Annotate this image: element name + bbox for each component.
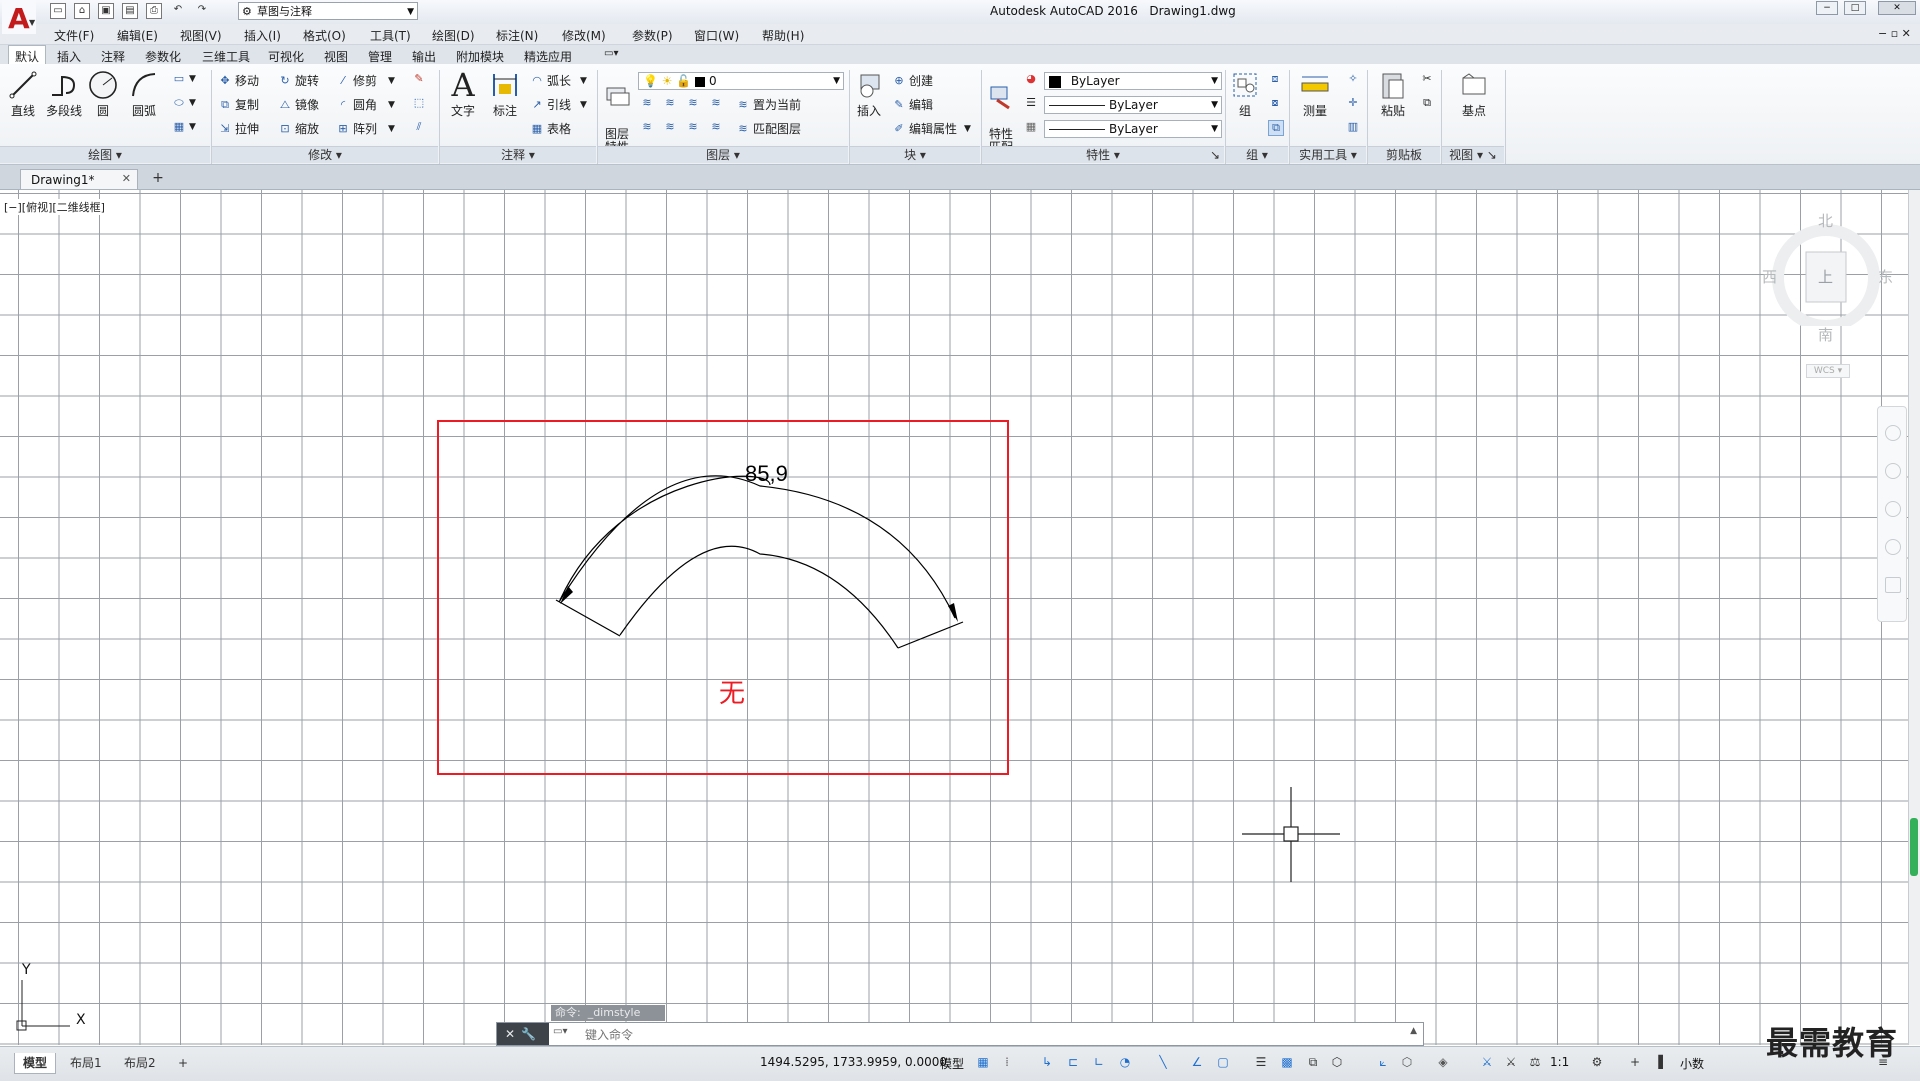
dynamic-ucs-icon[interactable]: ⟀ [1376,1055,1390,1069]
annotation-scale-icon[interactable]: ⚖ [1528,1055,1542,1069]
command-line[interactable]: ✕ 🔧 ▭▾ ▲ [496,1022,1424,1046]
highlight-rectangle [437,420,1009,775]
annotation-visibility-icon[interactable]: ⚔ [1480,1055,1494,1069]
layout-tab-layout2[interactable]: 布局2 [116,1053,164,1073]
annotation-note: 无 [719,679,746,709]
chevron-down-icon: ▼ [29,18,36,27]
lineweight-toggle-icon[interactable]: ☰ [1254,1055,1268,1069]
grid-icon[interactable]: ▦ [976,1055,990,1069]
infer-constraints-icon[interactable]: ↳ [1040,1055,1054,1069]
ucs-x-label: X [76,1012,86,1028]
compass-south[interactable]: 南 [1818,324,1833,345]
snap-icon[interactable]: ⁞ [1000,1055,1014,1069]
showmotion-icon[interactable] [1885,577,1901,593]
compass-east[interactable]: 东 [1878,266,1893,287]
annotation-scale-value[interactable]: 1:1 [1550,1055,1569,1069]
application-menu-button[interactable]: A ▼ [2,0,36,35]
transparency-toggle-icon[interactable]: ▩ [1280,1055,1294,1069]
layout-tab-layout1[interactable]: 布局1 [62,1053,110,1073]
ortho-icon[interactable]: ∟ [1092,1055,1106,1069]
object-snap-icon[interactable]: ▢ [1216,1055,1230,1069]
orbit-icon[interactable] [1885,539,1901,555]
compass-north[interactable]: 北 [1818,210,1833,231]
ucs-icon: Y X [14,962,94,1032]
isodraft-icon[interactable]: ╲ [1156,1055,1170,1069]
cursor-coordinates[interactable]: 1494.5295, 1733.9959, 0.0000 [760,1055,947,1069]
quick-properties-icon[interactable]: ▌ [1656,1055,1670,1069]
auto-scale-icon[interactable]: ⚔ [1504,1055,1518,1069]
chevron-up-icon[interactable]: ▲ [1410,1026,1417,1036]
command-line-controls: ✕ 🔧 [497,1023,549,1045]
viewcube[interactable]: 北 南 东 西 上 [1760,206,1893,344]
layout-tab-model[interactable]: 模型 [14,1053,57,1074]
polar-tracking-icon[interactable]: ◔ [1118,1055,1132,1069]
compass-west[interactable]: 西 [1762,266,1777,287]
add-layout-button[interactable]: + [170,1053,196,1073]
close-icon[interactable]: ✕ [505,1027,515,1041]
autocad-logo-icon: A [8,2,30,35]
command-input[interactable] [583,1024,1387,1046]
annotation-monitor-icon[interactable]: + [1628,1055,1642,1069]
dynamic-input-icon[interactable]: ⊏ [1066,1055,1080,1069]
workspace-switch-icon[interactable]: ⚙ [1590,1055,1604,1069]
crosshair-cursor [1242,787,1340,882]
model-space-button[interactable]: 模型 [940,1055,964,1072]
watermark-text: 最需教育 [1766,1024,1899,1062]
ucs-y-label: Y [22,962,31,978]
wrench-icon[interactable]: 🔧 [521,1027,536,1041]
steering-wheel-icon[interactable] [1885,425,1901,441]
selection-cycling-icon[interactable]: ⧉ [1306,1055,1320,1069]
pan-icon[interactable] [1885,463,1901,479]
command-history: 命令: _dimstyle [551,1005,665,1021]
wcs-label: WCS [1813,366,1835,376]
3d-osnap-icon[interactable]: ⬡ [1330,1055,1344,1069]
command-prompt-icon[interactable]: ▭▾ [553,1026,575,1040]
object-snap-tracking-icon[interactable]: ∠ [1190,1055,1204,1069]
navigation-bar [1877,406,1907,622]
selection-filter-icon[interactable]: ⬡ [1400,1055,1414,1069]
dimension-text: 85,9 [745,461,788,486]
viewcube-top-face[interactable]: 上 [1818,266,1833,287]
units-value[interactable]: 小数 [1680,1055,1704,1072]
ucs-menu[interactable]: WCS ▾ [1806,364,1850,378]
gizmo-icon[interactable]: ◈ [1436,1055,1450,1069]
zoom-icon[interactable] [1885,501,1901,517]
